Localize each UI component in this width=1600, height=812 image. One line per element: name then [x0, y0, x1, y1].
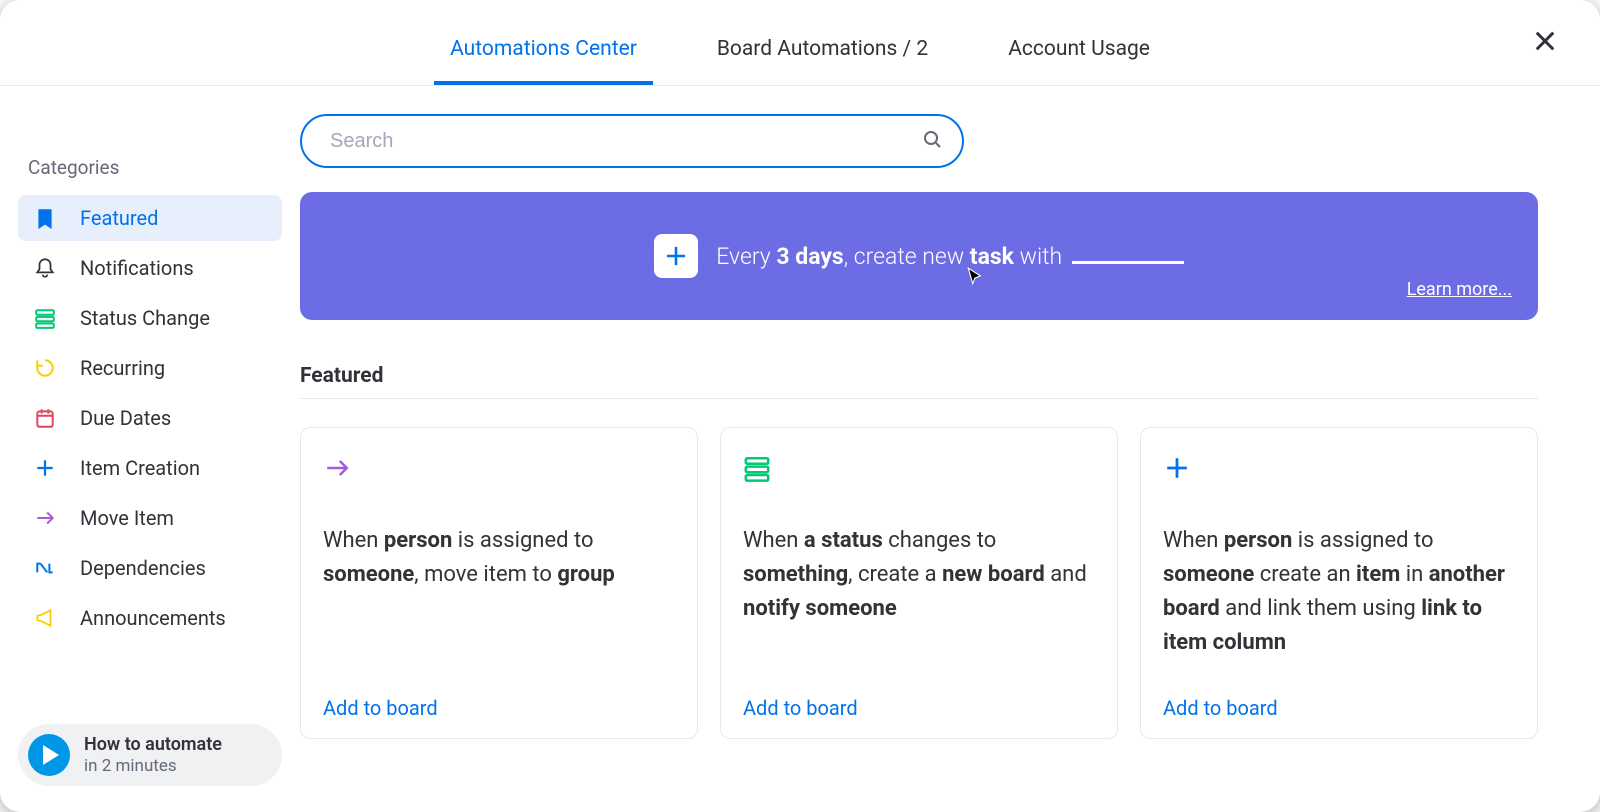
- recurring-icon: [32, 355, 58, 381]
- tab-account-usage[interactable]: Account Usage: [1004, 7, 1154, 85]
- plus-icon: [32, 455, 58, 481]
- megaphone-icon: [32, 605, 58, 631]
- add-to-board-link[interactable]: Add to board: [323, 696, 675, 720]
- card-text: When a status changes to something, crea…: [743, 524, 1095, 684]
- status-icon: [32, 305, 58, 331]
- sidebar: Categories Featured Notifications Status C…: [0, 86, 300, 812]
- category-label: Featured: [80, 206, 158, 230]
- category-label: Notifications: [80, 256, 194, 280]
- category-announcements[interactable]: Announcements: [18, 595, 282, 641]
- category-due-dates[interactable]: Due Dates: [18, 395, 282, 441]
- banner-plus-icon: [654, 234, 698, 278]
- search-input[interactable]: [300, 114, 964, 168]
- play-icon: [28, 734, 70, 776]
- main-area: Every 3 days, create new task with Learn…: [300, 86, 1600, 812]
- plus-icon: [1163, 454, 1515, 492]
- card-text: When person is assigned to someone creat…: [1163, 524, 1515, 684]
- card-text: When person is assigned to someone, move…: [323, 524, 675, 684]
- howto-button[interactable]: How to automate in 2 minutes: [18, 724, 282, 786]
- calendar-icon: [32, 405, 58, 431]
- automation-card[interactable]: When person is assigned to someone, move…: [300, 427, 698, 739]
- category-label: Due Dates: [80, 406, 171, 430]
- header: Automations Center Board Automations / 2 A…: [0, 0, 1600, 86]
- category-label: Recurring: [80, 356, 165, 380]
- category-label: Move Item: [80, 506, 174, 530]
- automation-card[interactable]: When a status changes to something, crea…: [720, 427, 1118, 739]
- howto-subtitle: in 2 minutes: [84, 756, 222, 776]
- category-label: Announcements: [80, 606, 226, 630]
- sidebar-title: Categories: [28, 156, 272, 179]
- automation-card[interactable]: When person is assigned to someone creat…: [1140, 427, 1538, 739]
- cursor-icon: [965, 266, 987, 292]
- bell-icon: [32, 255, 58, 281]
- learn-more-link[interactable]: Learn more...: [1407, 279, 1512, 300]
- category-label: Status Change: [80, 306, 210, 330]
- custom-recipe-banner[interactable]: Every 3 days, create new task with Learn…: [300, 192, 1538, 320]
- howto-title: How to automate: [84, 734, 222, 756]
- category-move-item[interactable]: Move Item: [18, 495, 282, 541]
- status-icon: [743, 454, 1095, 492]
- search-icon: [922, 129, 942, 153]
- category-notifications[interactable]: Notifications: [18, 245, 282, 291]
- close-button[interactable]: [1532, 28, 1558, 58]
- arrow-icon: [32, 505, 58, 531]
- category-featured[interactable]: Featured: [18, 195, 282, 241]
- bookmark-icon: [32, 205, 58, 231]
- banner-text: Every 3 days, create new task with: [716, 243, 1184, 270]
- category-label: Dependencies: [80, 556, 206, 580]
- tab-automations-center[interactable]: Automations Center: [446, 7, 641, 85]
- dependency-icon: [32, 555, 58, 581]
- category-status-change[interactable]: Status Change: [18, 295, 282, 341]
- tab-board-automations-2[interactable]: Board Automations / 2: [713, 7, 932, 85]
- category-dependencies[interactable]: Dependencies: [18, 545, 282, 591]
- category-item-creation[interactable]: Item Creation: [18, 445, 282, 491]
- arrow-icon: [323, 454, 675, 492]
- section-title: Featured: [300, 364, 1538, 398]
- section-divider: [300, 398, 1538, 399]
- add-to-board-link[interactable]: Add to board: [743, 696, 1095, 720]
- category-label: Item Creation: [80, 456, 200, 480]
- add-to-board-link[interactable]: Add to board: [1163, 696, 1515, 720]
- category-recurring[interactable]: Recurring: [18, 345, 282, 391]
